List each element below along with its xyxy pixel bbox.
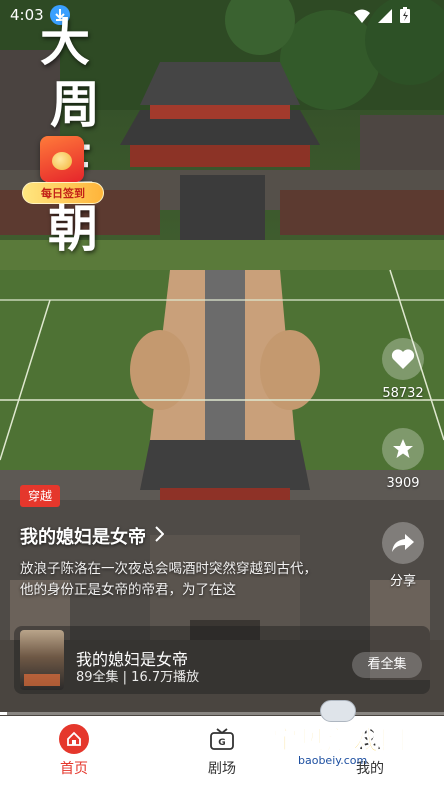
share-action[interactable]: 分享 bbox=[378, 522, 428, 589]
like-action[interactable]: 58732 bbox=[378, 338, 428, 401]
drama-title: 我的媳妇是女帝 bbox=[20, 527, 146, 548]
battery-icon bbox=[400, 7, 410, 27]
nav-home-label: 首页 bbox=[60, 761, 88, 777]
calligraphy-char: 大 bbox=[40, 13, 92, 72]
home-icon bbox=[59, 724, 89, 754]
share-icon[interactable] bbox=[382, 522, 424, 564]
nav-theater-label: 剧场 bbox=[208, 761, 236, 777]
chevron-right-icon bbox=[154, 525, 165, 547]
genre-tag[interactable]: 穿越 bbox=[20, 485, 61, 507]
nav-item-theater[interactable]: G 剧场 bbox=[182, 724, 262, 778]
watch-all-button[interactable]: 看全集 bbox=[352, 652, 422, 678]
daily-checkin-button[interactable]: 每日签到 bbox=[16, 132, 108, 208]
checkin-label: 每日签到 bbox=[22, 182, 104, 204]
series-meta: 89全集 | 16.7万播放 bbox=[76, 670, 200, 685]
wifi-icon bbox=[354, 8, 370, 27]
favorite-action[interactable]: 3909 bbox=[378, 428, 428, 491]
signal-icon bbox=[378, 8, 392, 27]
series-cover-image bbox=[20, 630, 64, 690]
watermark-url: baobeiy.com bbox=[298, 754, 368, 767]
status-time: 4:03 bbox=[10, 6, 44, 24]
star-icon[interactable] bbox=[382, 428, 424, 470]
drama-title-link[interactable]: 我的媳妇是女帝 bbox=[20, 523, 165, 549]
tv-icon: G bbox=[207, 724, 237, 754]
nav-item-home[interactable]: 首页 bbox=[34, 724, 114, 778]
watermark-text: 宝贝游戏网 bbox=[271, 726, 408, 757]
heart-icon[interactable] bbox=[382, 338, 424, 380]
series-card[interactable]: 我的媳妇是女帝 89全集 | 16.7万播放 看全集 bbox=[14, 626, 430, 694]
favorite-count: 3909 bbox=[386, 476, 420, 491]
like-count: 58732 bbox=[382, 386, 424, 401]
calligraphy-char: 周 bbox=[50, 75, 102, 134]
site-watermark: 宝贝游戏网 baobeiy.com bbox=[271, 700, 432, 770]
share-label: 分享 bbox=[389, 574, 416, 589]
red-envelope-icon bbox=[40, 136, 84, 182]
video-progress-fill bbox=[0, 712, 7, 715]
svg-text:G: G bbox=[218, 738, 225, 748]
gamepad-icon bbox=[320, 700, 356, 722]
drama-description[interactable]: 放浪子陈洛在一次夜总会喝酒时突然穿越到古代，他的身份正是女帝的帝君，为了在这 bbox=[20, 559, 330, 601]
